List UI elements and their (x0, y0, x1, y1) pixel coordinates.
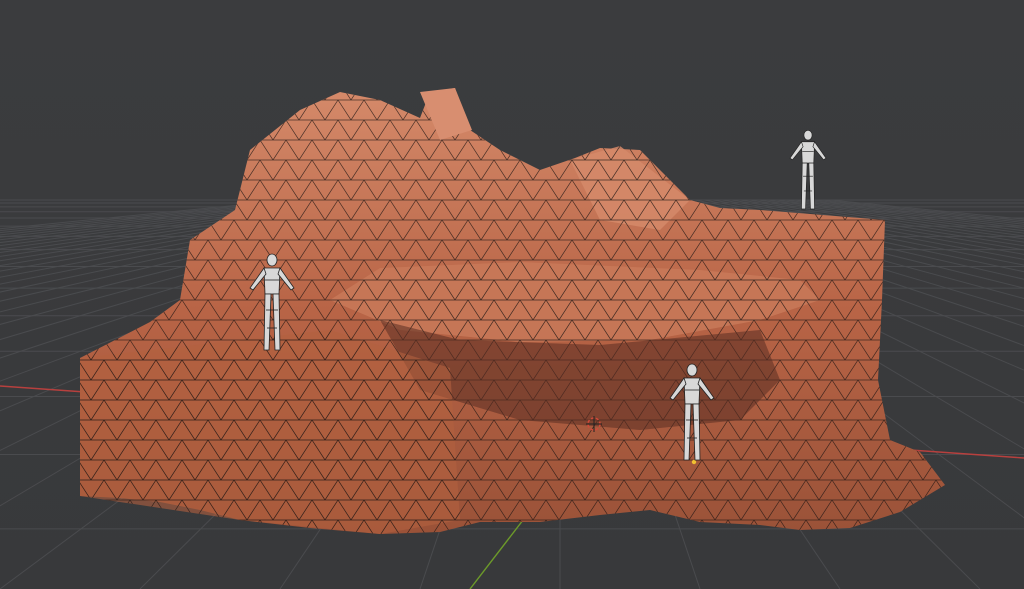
3d-viewport[interactable] (0, 0, 1024, 589)
viewport-canvas[interactable] (0, 0, 1024, 589)
origin-point (691, 459, 697, 465)
rock-cliff-mesh[interactable] (0, 0, 1024, 589)
